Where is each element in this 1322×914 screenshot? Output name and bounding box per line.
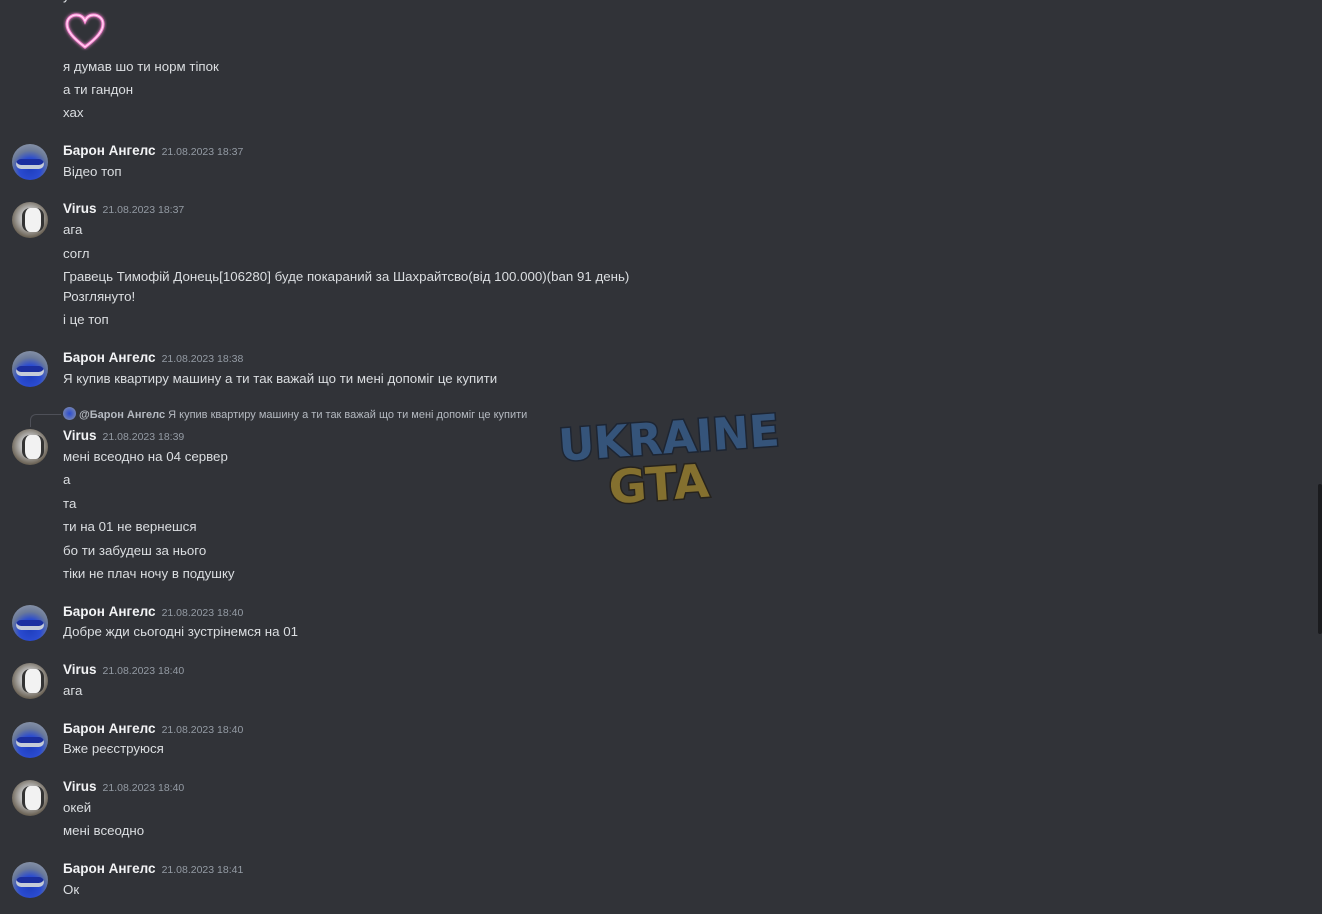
message-text: та (63, 496, 77, 511)
author-name[interactable]: Барон Ангелс (63, 143, 156, 158)
author-name[interactable]: Барон Ангелс (63, 721, 156, 736)
message-text: согл (63, 246, 90, 261)
reply-spine (30, 414, 61, 427)
chat-messages: у я думав шо ти норм тіпок а ти гандон х… (0, 0, 1322, 914)
timestamp: 21.08.2023 18:39 (102, 431, 185, 443)
message-text: Відео топ (63, 164, 122, 179)
timestamp: 21.08.2023 18:41 (161, 864, 244, 876)
author-name[interactable]: Virus (63, 201, 97, 216)
reply-preview[interactable]: @Барон Ангелс Я купив квартиру машину а т… (63, 407, 527, 421)
ukraine-gta-watermark: UKRAINE GTA (555, 404, 782, 516)
author-name[interactable]: Барон Ангелс (63, 350, 156, 365)
message-text: ага (63, 222, 83, 237)
heart-icon (65, 13, 105, 49)
message-text: окей (63, 800, 92, 815)
message-text: Вже реєструюся (63, 741, 164, 756)
avatar[interactable] (12, 144, 48, 180)
message-text: мені всеодно (63, 823, 145, 838)
message-text: Добре жди сьогодні зустрінемся на 01 (63, 624, 298, 639)
message-text: Ок (63, 882, 80, 897)
message-text: Я купив квартиру машину а ти так важай щ… (63, 371, 498, 386)
avatar[interactable] (12, 722, 48, 758)
avatar[interactable] (12, 862, 48, 898)
message-text: хах (63, 105, 84, 120)
author-name[interactable]: Virus (63, 428, 97, 443)
avatar[interactable] (12, 351, 48, 387)
message-text: а (63, 472, 71, 487)
avatar[interactable] (12, 202, 48, 238)
avatar[interactable] (12, 780, 48, 816)
reply-text: Я купив квартиру машину а ти так важай щ… (168, 409, 528, 421)
message-text: Гравець Тимофій Донець[106280] буде пока… (63, 269, 630, 284)
author-name[interactable]: Virus (63, 779, 97, 794)
message-text: тіки не плач ночу в подушку (63, 566, 235, 581)
timestamp: 21.08.2023 18:38 (161, 353, 244, 365)
timestamp: 21.08.2023 18:37 (161, 146, 244, 158)
message-text: Розглянуто! (63, 289, 136, 304)
timestamp: 21.08.2023 18:40 (161, 724, 244, 736)
scrollbar[interactable] (1318, 484, 1322, 634)
reply-mention[interactable]: @Барон Ангелс (79, 409, 165, 421)
message-text: ти на 01 не вернешся (63, 519, 197, 534)
message-text: мені всеодно на 04 сервер (63, 449, 228, 464)
timestamp: 21.08.2023 18:37 (102, 204, 185, 216)
message-text: і це топ (63, 312, 109, 327)
author-name[interactable]: Барон Ангелс (63, 861, 156, 876)
message-text: бо ти забудеш за нього (63, 543, 207, 558)
timestamp: 21.08.2023 18:40 (102, 665, 185, 677)
reply-avatar (63, 407, 76, 420)
message-text: я думав шо ти норм тіпок (63, 59, 219, 74)
author-name[interactable]: Барон Ангелс (63, 604, 156, 619)
avatar[interactable] (12, 605, 48, 641)
timestamp: 21.08.2023 18:40 (102, 782, 185, 794)
message-text: ага (63, 683, 83, 698)
message-fragment: у (63, 0, 70, 3)
author-name[interactable]: Virus (63, 662, 97, 677)
timestamp: 21.08.2023 18:40 (161, 607, 244, 619)
avatar[interactable] (12, 663, 48, 699)
message-text: а ти гандон (63, 82, 134, 97)
watermark-line2: GTA (607, 454, 711, 515)
avatar[interactable] (12, 429, 48, 465)
